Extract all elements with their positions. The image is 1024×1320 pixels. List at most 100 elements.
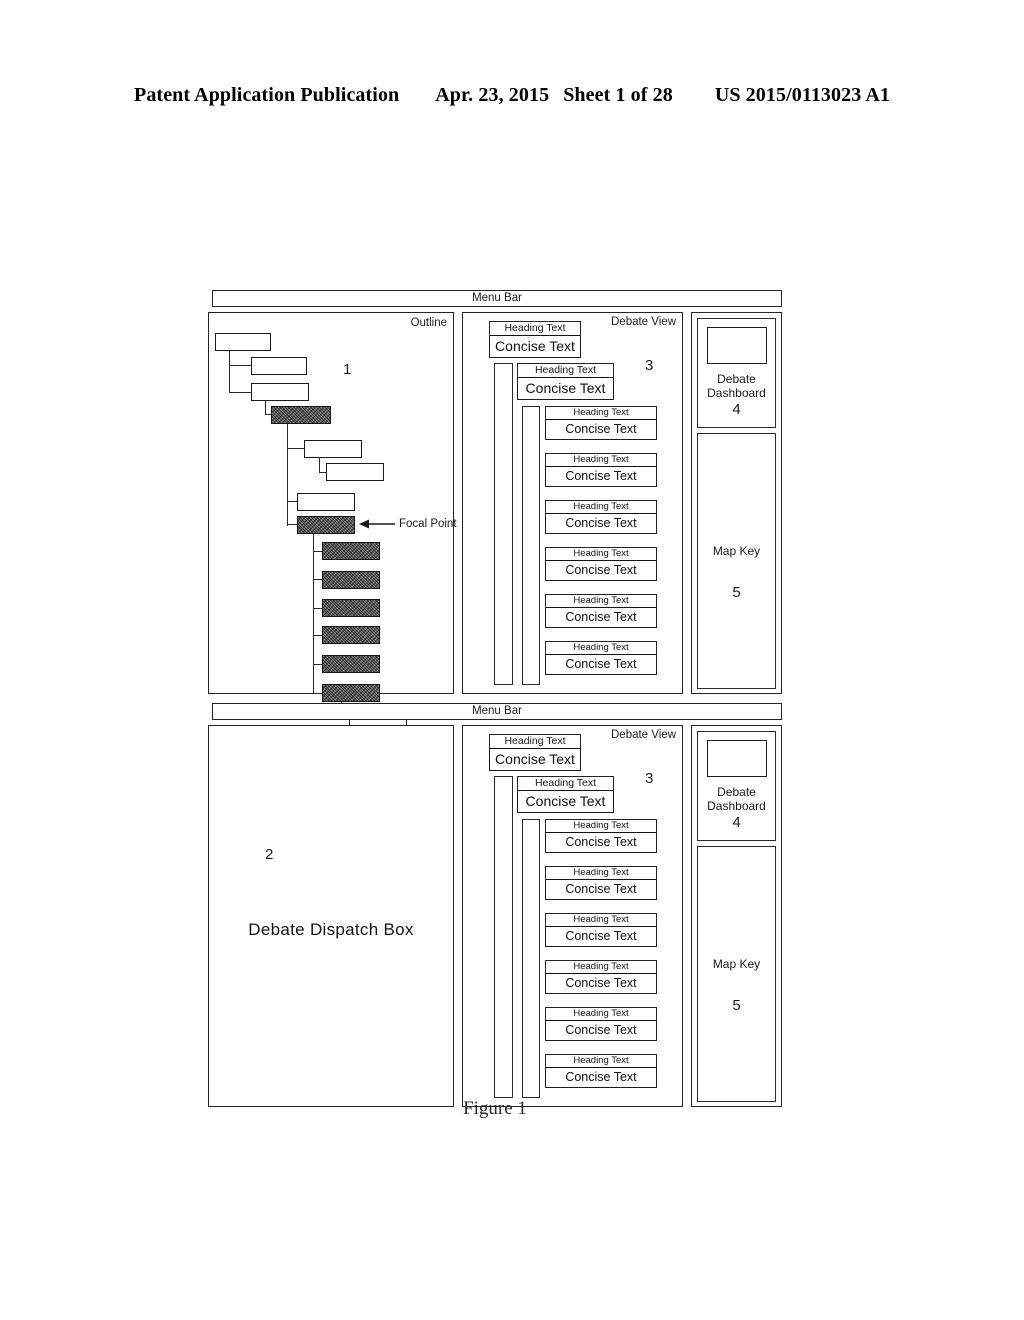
outline-node[interactable] [215,333,271,351]
outline-node[interactable] [251,383,309,401]
debate-dashboard-display[interactable] [707,740,767,777]
debate-card-heading: Heading Text [517,363,614,378]
debate-card-level3[interactable]: Heading Text Concise Text [545,913,657,947]
debate-card-level3[interactable]: Heading Text Concise Text [545,500,657,534]
debate-card-concise: Concise Text [545,974,657,994]
map-key-panel[interactable]: Map Key 5 [697,846,776,1102]
debate-dispatch-box-pane[interactable]: 2 Debate Dispatch Box [208,725,454,1107]
debate-dashboard-panel[interactable]: Debate Dashboard 4 [697,731,776,841]
focal-point-arrow-icon [359,519,395,529]
debate-card-heading: Heading Text [545,1054,657,1068]
debate-card-concise: Concise Text [545,1021,657,1041]
bottom-menu-bar-label: Menu Bar [472,705,522,717]
debate-dispatch-box-ref: 2 [265,846,274,863]
outline-node-shaded[interactable] [322,599,380,617]
figure-caption-text: Figure 1 [463,1098,527,1119]
outline-node-shaded[interactable] [322,542,380,560]
debate-card-heading: Heading Text [545,641,657,655]
debate-view-pane-title: Debate View [611,316,676,328]
debate-card-heading: Heading Text [517,776,614,791]
debate-card-level3[interactable]: Heading Text Concise Text [545,866,657,900]
debate-card-heading: Heading Text [489,734,581,749]
debate-card-level3[interactable]: Heading Text Concise Text [545,547,657,581]
tree-connector [287,524,297,526]
tree-connector [313,693,322,695]
indent-rail-level2 [522,406,540,685]
publication-title: Patent Application Publication [134,84,400,106]
debate-card-level3[interactable]: Heading Text Concise Text [545,960,657,994]
debate-view-pane-ref: 3 [645,357,654,374]
debate-dashboard-label-line2: Dashboard [707,386,766,400]
outline-node-shaded[interactable] [322,655,380,673]
indent-rail-level2 [522,819,540,1098]
debate-card-concise: Concise Text [545,561,657,581]
debate-card-heading: Heading Text [545,594,657,608]
debate-card-level3[interactable]: Heading Text Concise Text [545,1007,657,1041]
debate-card-level3[interactable]: Heading Text Concise Text [545,453,657,487]
indent-rail-level1 [494,776,513,1098]
debate-card-level1[interactable]: Heading Text Concise Text [489,734,581,771]
debate-card-heading: Heading Text [545,913,657,927]
outline-node[interactable] [326,463,384,481]
debate-card-concise: Concise Text [489,749,581,771]
outline-node[interactable] [297,493,355,511]
debate-dashboard-ref: 4 [732,814,741,831]
debate-card-heading: Heading Text [545,819,657,833]
tree-connector [287,424,289,526]
debate-card-concise: Concise Text [545,927,657,947]
debate-card-concise: Concise Text [489,336,581,358]
debate-dashboard-label-line2: Dashboard [707,799,766,813]
tree-connector [313,664,322,666]
tree-connector [287,501,297,503]
debate-view-pane-ref: 3 [645,770,654,787]
map-key-label: Map Key [712,957,761,971]
figure-caption: Figure 1 [0,1098,1024,1120]
outline-node[interactable] [304,440,362,458]
outline-node[interactable] [251,357,307,375]
patent-header: Patent Application Publication Apr. 23, … [0,84,1024,107]
outline-node-shaded[interactable] [322,571,380,589]
debate-card-heading: Heading Text [545,866,657,880]
debate-card-level3[interactable]: Heading Text Concise Text [545,594,657,628]
debate-card-heading: Heading Text [545,500,657,514]
debate-card-level3[interactable]: Heading Text Concise Text [545,406,657,440]
map-key-panel[interactable]: Map Key 5 [697,433,776,689]
debate-card-level3[interactable]: Heading Text Concise Text [545,641,657,675]
debate-card-level1[interactable]: Heading Text Concise Text [489,321,581,358]
debate-card-level3[interactable]: Heading Text Concise Text [545,1054,657,1088]
bottom-menu-bar[interactable]: Menu Bar [212,703,782,720]
debate-dashboard-label-line1: Debate [717,372,756,386]
debate-dashboard-display[interactable] [707,327,767,364]
debate-card-concise: Concise Text [545,833,657,853]
debate-card-heading: Heading Text [489,321,581,336]
debate-card-heading: Heading Text [545,453,657,467]
debate-card-concise: Concise Text [545,1068,657,1088]
focal-point-label: Focal Point [399,518,457,530]
debate-dashboard-panel[interactable]: Debate Dashboard 4 [697,318,776,428]
tree-connector [313,551,322,553]
outline-pane[interactable]: Outline 1 Focal Point [208,312,457,729]
debate-card-concise: Concise Text [517,378,614,400]
right-side-pane: Debate Dashboard 4 Map Key 5 [691,725,782,1107]
debate-view-pane-title: Debate View [611,729,676,741]
debate-card-concise: Concise Text [545,608,657,628]
tree-connector [229,392,251,394]
debate-view-pane[interactable]: Debate View 3 Heading Text Concise Text … [462,312,683,694]
outline-pane-title: Outline [410,317,447,329]
debate-dashboard-ref: 4 [732,401,741,418]
top-menu-bar[interactable]: Menu Bar [212,290,782,307]
debate-card-heading: Heading Text [545,960,657,974]
debate-card-level3[interactable]: Heading Text Concise Text [545,819,657,853]
tree-connector [313,534,315,694]
tree-connector [287,448,304,450]
outline-node-focal-point[interactable] [297,516,355,534]
debate-view-pane[interactable]: Debate View 3 Heading Text Concise Text … [462,725,683,1107]
debate-card-level2[interactable]: Heading Text Concise Text [517,363,614,400]
debate-card-concise: Concise Text [545,420,657,440]
outline-node-shaded[interactable] [322,684,380,702]
outline-node-selected[interactable] [271,406,331,424]
map-key-label: Map Key [712,544,761,558]
right-side-pane: Debate Dashboard 4 Map Key 5 [691,312,782,694]
debate-card-level2[interactable]: Heading Text Concise Text [517,776,614,813]
outline-node-shaded[interactable] [322,626,380,644]
